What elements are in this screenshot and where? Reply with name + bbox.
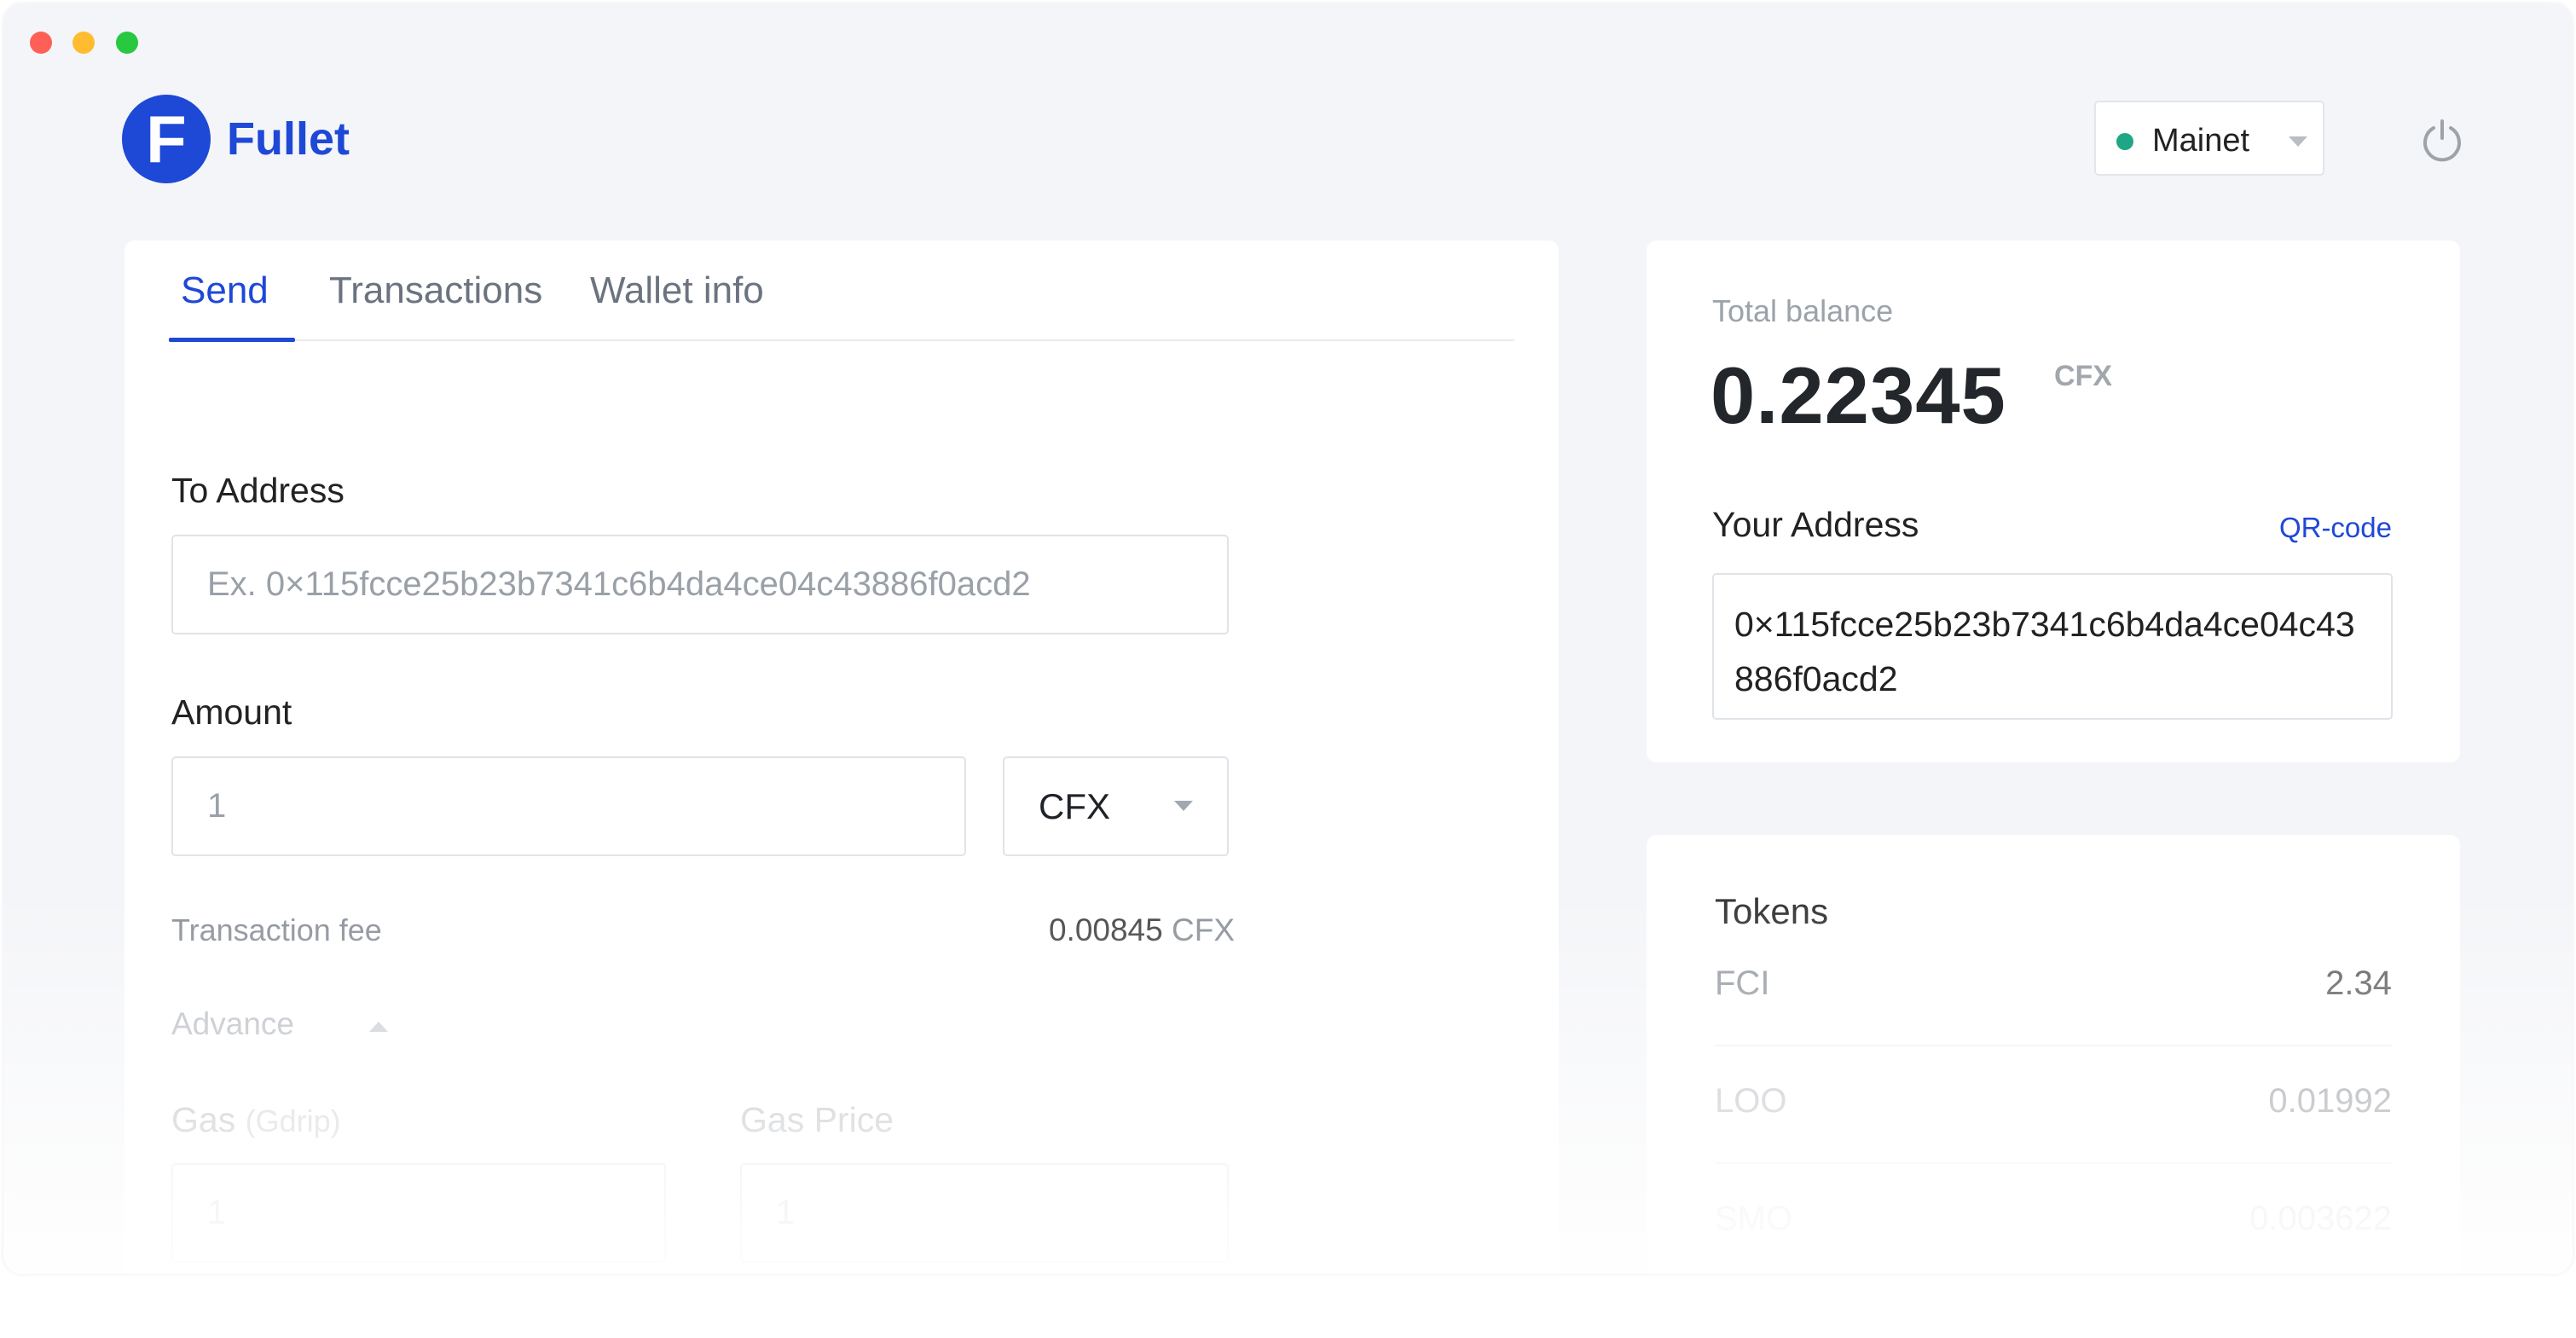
token-name: SMO bbox=[1715, 1200, 1793, 1237]
currency-value: CFX bbox=[1039, 785, 1110, 826]
tokens-title: Tokens bbox=[1715, 891, 1829, 931]
gas-input[interactable]: 1 bbox=[171, 1163, 666, 1263]
token-name: LOO bbox=[1715, 1082, 1787, 1120]
currency-select[interactable]: CFX bbox=[1003, 756, 1229, 856]
gas-placeholder: 1 bbox=[207, 1194, 227, 1231]
app-name: Fullet bbox=[227, 113, 350, 165]
gas-unit: (Gdrip) bbox=[245, 1103, 341, 1138]
chevron-down-icon bbox=[2289, 136, 2307, 147]
power-icon[interactable] bbox=[2419, 118, 2465, 164]
your-address-field[interactable]: 0×115fcce25b23b7341c6b4da4ce04c43886f0ac… bbox=[1712, 573, 2393, 720]
chevron-up-icon[interactable] bbox=[369, 1022, 388, 1032]
active-tab-indicator bbox=[169, 338, 295, 342]
token-value: 0.01992 bbox=[2268, 1082, 2392, 1120]
total-balance-unit: CFX bbox=[2054, 360, 2112, 392]
maximize-window-button[interactable] bbox=[116, 32, 138, 54]
transaction-fee-label: Transaction fee bbox=[171, 912, 382, 947]
tab-wallet-info[interactable]: Wallet info bbox=[590, 269, 764, 312]
network-label: Mainet bbox=[2152, 123, 2250, 159]
token-row: LOO 0.01992 bbox=[1715, 1046, 2392, 1164]
network-status-dot bbox=[2116, 133, 2133, 150]
to-address-input[interactable]: Ex. 0×115fcce25b23b7341c6b4da4ce04c43886… bbox=[171, 535, 1229, 634]
balance-card: Total balance 0.22345 CFX Your Address Q… bbox=[1647, 240, 2460, 762]
amount-placeholder: 1 bbox=[207, 787, 227, 825]
transaction-fee-value: 0.00845 CFX bbox=[1049, 912, 1235, 948]
amount-input[interactable]: 1 bbox=[171, 756, 966, 856]
amount-label: Amount bbox=[171, 692, 292, 732]
tab-send[interactable]: Send bbox=[181, 269, 269, 312]
tab-transactions[interactable]: Transactions bbox=[329, 269, 542, 312]
token-row: SMO 0.003622 bbox=[1715, 1164, 2392, 1274]
close-window-button[interactable] bbox=[30, 32, 52, 54]
gas-label-text: Gas bbox=[171, 1100, 236, 1139]
chevron-down-icon bbox=[1174, 801, 1193, 811]
token-value: 2.34 bbox=[2325, 964, 2392, 1002]
token-name: FCI bbox=[1715, 964, 1770, 1002]
minimize-window-button[interactable] bbox=[72, 32, 95, 54]
advance-toggle[interactable]: Advance bbox=[171, 1006, 294, 1042]
fee-unit: CFX bbox=[1172, 912, 1235, 947]
your-address-label: Your Address bbox=[1712, 505, 1919, 544]
app-window: F Fullet Mainet Send Transactions Wallet… bbox=[3, 3, 2573, 1274]
total-balance-value: 0.22345 bbox=[1711, 350, 2006, 440]
to-address-placeholder: Ex. 0×115fcce25b23b7341c6b4da4ce04c43886… bbox=[207, 565, 1031, 603]
to-address-label: To Address bbox=[171, 471, 344, 510]
send-card: Send Transactions Wallet info To Address… bbox=[124, 240, 1559, 1274]
gas-price-input[interactable]: 1 bbox=[740, 1163, 1229, 1263]
qr-code-link[interactable]: QR-code bbox=[2279, 512, 2392, 544]
token-value: 0.003622 bbox=[2249, 1200, 2392, 1237]
app-logo-icon: F bbox=[122, 95, 211, 183]
tabs-divider bbox=[169, 339, 1514, 341]
network-selector[interactable]: Mainet bbox=[2094, 101, 2324, 176]
gas-price-placeholder: 1 bbox=[776, 1194, 796, 1231]
total-balance-label: Total balance bbox=[1712, 293, 1894, 328]
fee-amount: 0.00845 bbox=[1048, 912, 1163, 947]
gas-price-label: Gas Price bbox=[740, 1100, 894, 1139]
tokens-card: Tokens FCI 2.34 LOO 0.01992 SMO 0.003622 bbox=[1647, 835, 2460, 1274]
token-row: FCI 2.34 bbox=[1715, 929, 2392, 1046]
gas-label: Gas (Gdrip) bbox=[171, 1100, 341, 1140]
